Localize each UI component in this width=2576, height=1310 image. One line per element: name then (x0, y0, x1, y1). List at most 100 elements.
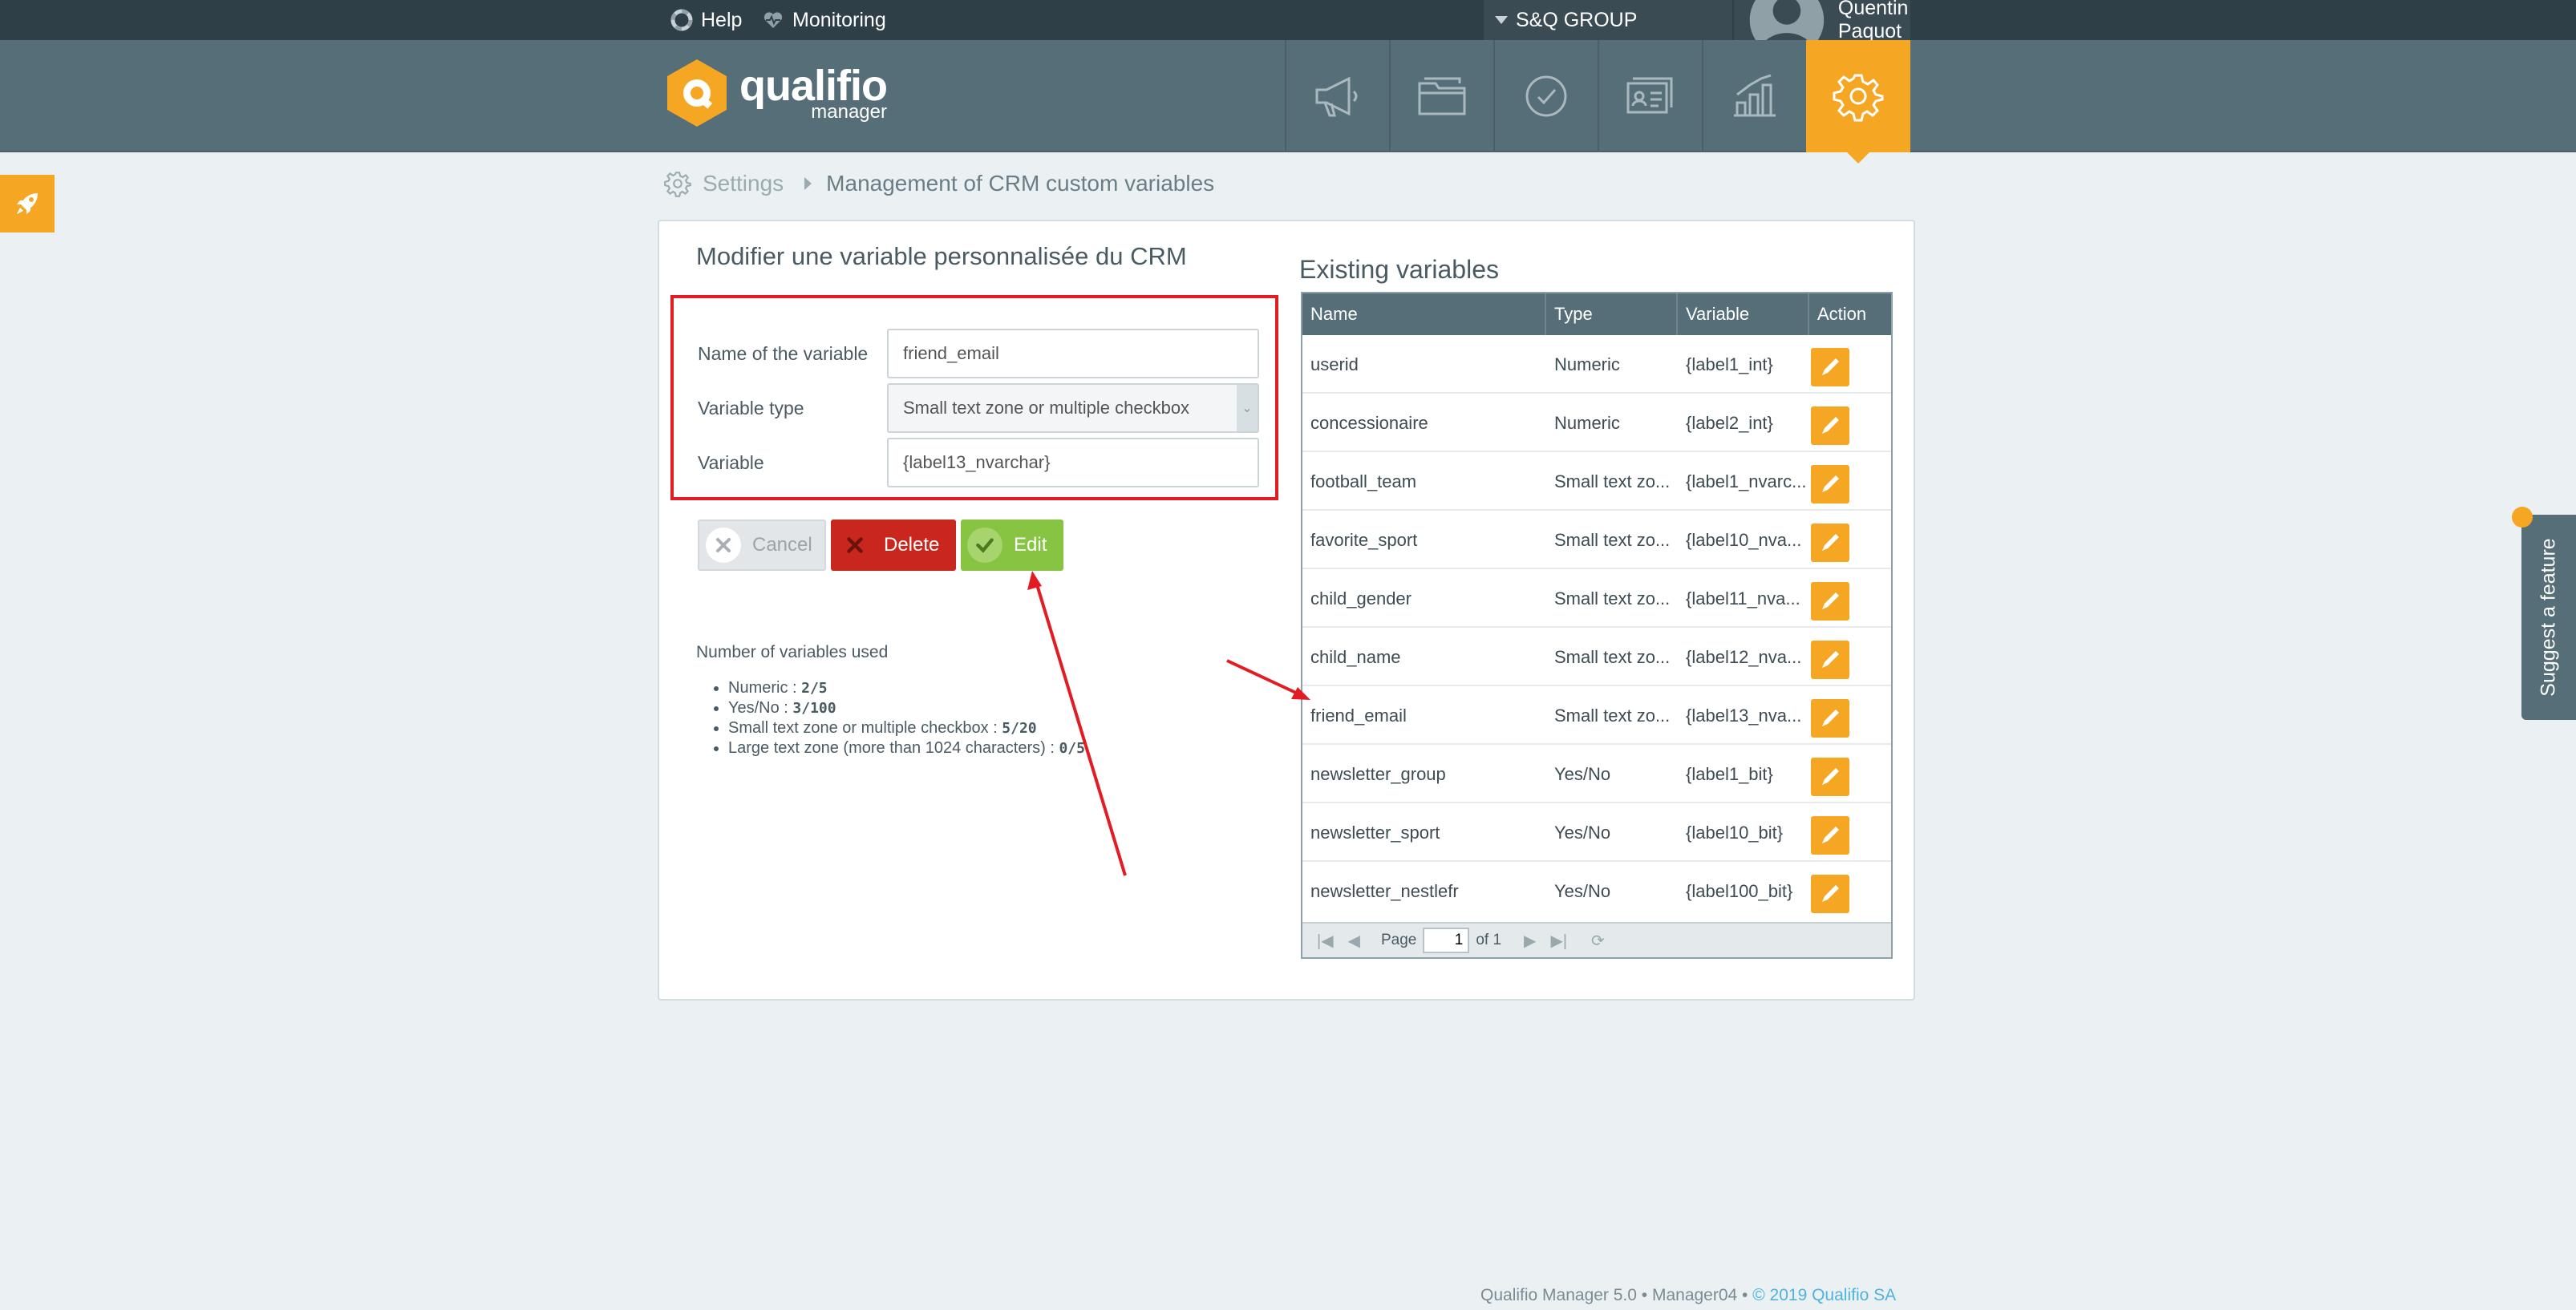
help-link[interactable]: Help (670, 0, 742, 40)
edit-label: Edit (1014, 534, 1047, 556)
settings-gear-icon (664, 172, 691, 197)
footer: Qualifio Manager 5.0 • Manager04 • © 201… (1480, 1286, 1896, 1305)
launch-tab[interactable] (0, 175, 55, 232)
edit-button[interactable]: Edit (961, 520, 1063, 571)
nav-settings[interactable] (1806, 40, 1910, 164)
stats-title: Number of variables used (696, 643, 889, 661)
last-page-icon[interactable]: ▶| (1550, 931, 1567, 951)
cell-name: football_team (1310, 471, 1417, 491)
table-row[interactable]: newsletter_nestlefr Yes/No {label100_bit… (1302, 862, 1891, 920)
stat-item: Yes/No : 3/100 (728, 698, 1085, 718)
table-row[interactable]: football_team Small text zo... {label1_n… (1302, 452, 1891, 511)
pencil-icon (1822, 651, 1839, 668)
column-header-name[interactable]: Name (1302, 293, 1546, 335)
stat-item: Small text zone or multiple checkbox : 5… (728, 718, 1085, 738)
next-page-icon[interactable]: ▶ (1524, 931, 1536, 951)
table-pager: |◀ ◀ Page of 1 ▶ ▶| ⟳ (1302, 922, 1891, 957)
breadcrumb-settings[interactable]: Settings (703, 171, 784, 196)
table-row[interactable]: concessionaire Numeric {label2_int} (1302, 394, 1891, 452)
stat-label: Small text zone or multiple checkbox : (728, 719, 1002, 737)
row-edit-button[interactable] (1811, 582, 1849, 621)
stat-item: Large text zone (more than 1024 characte… (728, 738, 1085, 758)
variable-label: Variable (698, 451, 764, 473)
row-edit-button[interactable] (1811, 524, 1849, 562)
page-number-input[interactable] (1423, 928, 1470, 953)
check-circle-icon (1525, 75, 1567, 117)
check-icon (967, 528, 1002, 563)
table-row[interactable]: child_name Small text zo... {label12_nva… (1302, 628, 1891, 686)
table-row[interactable]: favorite_sport Small text zo... {label10… (1302, 511, 1891, 569)
row-edit-button[interactable] (1811, 816, 1849, 855)
pencil-icon (1822, 358, 1839, 375)
name-row: Name of the variable friend_email (698, 329, 1259, 378)
name-input[interactable]: friend_email (887, 329, 1259, 378)
column-header-type[interactable]: Type (1546, 293, 1678, 335)
help-label: Help (701, 8, 743, 31)
cell-name: userid (1310, 354, 1359, 374)
row-edit-button[interactable] (1811, 875, 1849, 913)
nav-library[interactable] (1389, 40, 1493, 152)
user-menu[interactable]: Quentin Paquot (1732, 0, 1910, 58)
suggest-feature-tab[interactable]: Suggest a feature (2521, 515, 2576, 720)
row-edit-button[interactable] (1811, 641, 1849, 679)
prev-page-icon[interactable]: ◀ (1348, 931, 1360, 951)
monitoring-link[interactable]: Monitoring (762, 0, 886, 40)
delete-label: Delete (884, 534, 940, 556)
row-edit-button[interactable] (1811, 465, 1849, 503)
row-edit-button[interactable] (1811, 699, 1849, 738)
table-row[interactable]: newsletter_sport Yes/No {label10_bit} (1302, 803, 1891, 862)
organization-selector[interactable]: S&Q GROUP (1484, 0, 1732, 40)
heart-pulse-icon (763, 12, 783, 28)
cell-variable: {label2_int} (1686, 412, 1773, 433)
refresh-icon[interactable]: ⟳ (1591, 931, 1605, 951)
pencil-icon (1822, 768, 1839, 785)
cell-type: Small text zo... (1554, 588, 1671, 609)
cell-variable: {label1_int} (1686, 354, 1773, 374)
nav-validation[interactable] (1493, 40, 1598, 152)
monitoring-label: Monitoring (792, 8, 886, 31)
table-row[interactable]: userid Numeric {label1_int} (1302, 335, 1891, 394)
rocket-icon (17, 193, 38, 214)
breadcrumb: Settings Management of CRM custom variab… (662, 168, 1214, 199)
cell-name: newsletter_sport (1310, 822, 1440, 843)
cell-variable: {label10_bit} (1686, 822, 1784, 843)
table-header: Name Type Variable Action (1302, 293, 1891, 335)
type-select[interactable]: Small text zone or multiple checkbox ⌄ (887, 383, 1259, 433)
caret-down-icon (1495, 16, 1508, 24)
pencil-icon (1822, 592, 1839, 609)
qualifio-logo[interactable]: qualifio manager (664, 58, 888, 128)
pencil-icon (1822, 417, 1839, 434)
main-nav (1285, 40, 1910, 164)
table-row[interactable]: newsletter_group Yes/No {label1_bit} (1302, 745, 1891, 803)
cell-variable: {label11_nva... (1686, 588, 1800, 609)
pencil-icon (1822, 475, 1839, 492)
nav-contacts[interactable] (1598, 40, 1702, 152)
cancel-button[interactable]: Cancel (698, 520, 826, 571)
chevron-down-icon[interactable]: ⌄ (1237, 385, 1258, 431)
table-row[interactable]: child_gender Small text zo... {label11_n… (1302, 569, 1891, 628)
delete-button[interactable]: Delete (831, 520, 956, 571)
first-page-icon[interactable]: |◀ (1317, 931, 1334, 951)
table-row[interactable]: friend_email Small text zo... {label13_n… (1302, 686, 1891, 745)
cell-name: newsletter_group (1310, 763, 1446, 784)
row-edit-button[interactable] (1811, 758, 1849, 796)
cell-variable: {label100_bit} (1686, 880, 1793, 901)
pencil-icon (1822, 710, 1839, 726)
footer-copyright-link[interactable]: © 2019 Qualifio SA (1752, 1286, 1896, 1304)
type-label: Variable type (698, 397, 804, 418)
column-header-variable[interactable]: Variable (1678, 293, 1809, 335)
nav-campaigns[interactable] (1285, 40, 1389, 152)
nav-statistics[interactable] (1702, 40, 1806, 152)
stat-value: 5/20 (1002, 720, 1037, 737)
variable-input[interactable]: {label13_nvarchar} (887, 438, 1259, 487)
pencil-icon (1822, 885, 1839, 902)
cell-type: Numeric (1554, 354, 1620, 374)
cell-name: favorite_sport (1310, 529, 1418, 550)
cell-type: Small text zo... (1554, 529, 1671, 550)
row-edit-button[interactable] (1811, 348, 1849, 386)
row-edit-button[interactable] (1811, 406, 1849, 445)
qualifio-logo-icon (667, 59, 727, 127)
stat-item: Numeric : 2/5 (728, 678, 1085, 698)
page-label: Page (1380, 932, 1417, 948)
variables-table: Name Type Variable Action userid Numeric… (1301, 292, 1893, 959)
